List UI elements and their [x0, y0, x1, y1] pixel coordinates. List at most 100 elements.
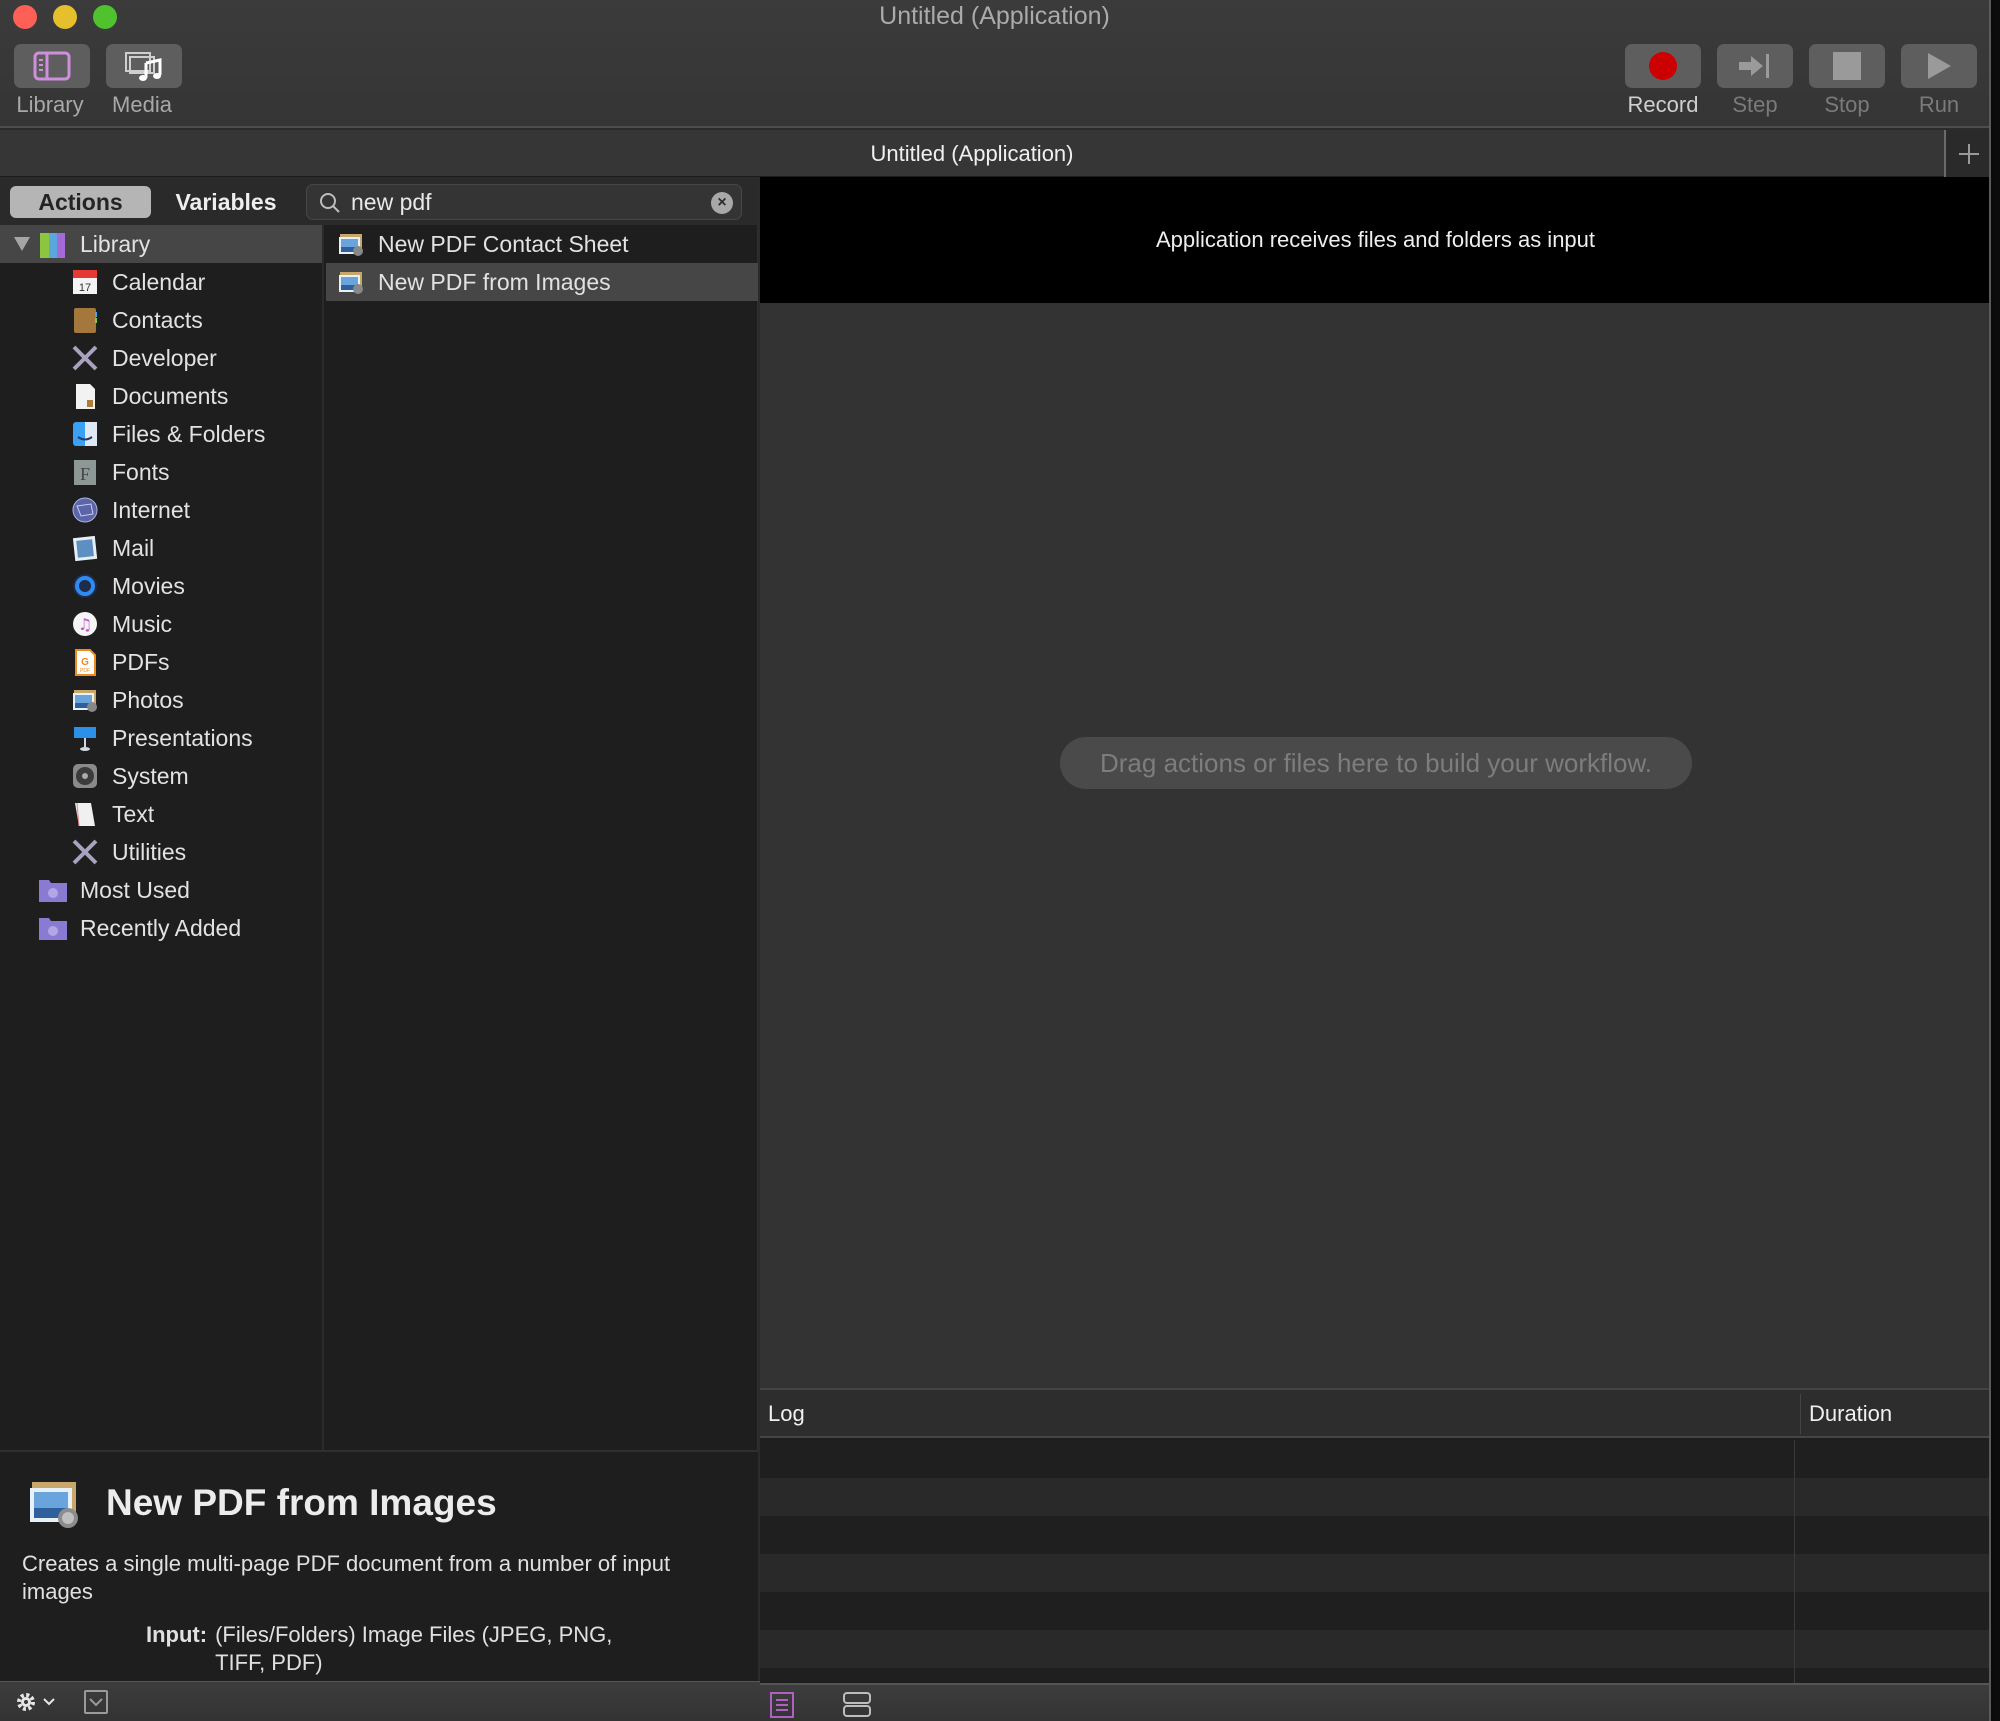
- library-item-label: System: [112, 762, 189, 789]
- library-bottom-bar: [0, 1681, 760, 1721]
- record-button[interactable]: [1625, 44, 1701, 88]
- library-item-label: PDFs: [112, 648, 170, 675]
- photos-icon: [70, 685, 100, 715]
- gear-icon: [17, 1693, 35, 1711]
- search-input[interactable]: [351, 185, 691, 219]
- presentations-icon: [70, 723, 100, 753]
- workflow-input-header: Application receives files and folders a…: [760, 177, 1989, 303]
- log-row: [760, 1630, 1989, 1668]
- library-item-music[interactable]: ♫ Music: [0, 605, 322, 643]
- action-item[interactable]: New PDF Contact Sheet: [326, 225, 758, 263]
- library-item-internet[interactable]: Internet: [0, 491, 322, 529]
- library-item-developer[interactable]: Developer: [0, 339, 322, 377]
- photos-action-icon: [336, 229, 366, 259]
- chevron-down-icon: [43, 1698, 55, 1706]
- chevron-down-icon: [89, 1698, 103, 1707]
- add-tab-button[interactable]: [1944, 130, 1989, 177]
- library-item-photos[interactable]: Photos: [0, 681, 322, 719]
- library-item-label: Contacts: [112, 306, 203, 333]
- fonts-icon: F: [70, 457, 100, 487]
- library-item-label: Calendar: [112, 268, 206, 295]
- library-item-pdfs[interactable]: G PDF PDFs: [0, 643, 322, 681]
- search-icon: [320, 193, 340, 213]
- library-item-label: Utilities: [112, 838, 187, 865]
- svg-text:F: F: [80, 464, 90, 484]
- variables-tab[interactable]: Variables: [160, 186, 292, 218]
- actions-list: New PDF Contact Sheet New PDF from Image…: [326, 225, 758, 1450]
- run-label: Run: [1918, 92, 1960, 117]
- step-label: Step: [1732, 92, 1778, 117]
- log-column-header[interactable]: Log: [768, 1390, 805, 1438]
- library-item-documents[interactable]: Documents: [0, 377, 322, 415]
- library-item-presentations[interactable]: Presentations: [0, 719, 322, 757]
- library-item-label: Music: [112, 610, 173, 637]
- library-toggle-button[interactable]: [14, 44, 90, 88]
- library-item-mail[interactable]: Mail: [0, 529, 322, 567]
- library-item-text[interactable]: Text: [0, 795, 322, 833]
- description-input: Input: (Files/Folders) Image Files (JPEG…: [146, 1621, 666, 1677]
- library-item-label: Documents: [112, 382, 229, 409]
- svg-text:PDF: PDF: [80, 668, 90, 674]
- action-item-selected[interactable]: New PDF from Images: [326, 263, 758, 301]
- clear-search-icon[interactable]: ×: [711, 192, 733, 214]
- action-menu-button[interactable]: [14, 1690, 56, 1714]
- library-item-utilities[interactable]: Utilities: [0, 833, 322, 871]
- text-icon: [70, 799, 100, 829]
- library-header: Actions Variables ×: [0, 177, 758, 225]
- smart-group-most-used[interactable]: Most Used: [0, 871, 322, 909]
- photos-action-icon: [24, 1476, 84, 1537]
- photos-action-icon: [336, 267, 366, 297]
- library-item-fonts[interactable]: F Fonts: [0, 453, 322, 491]
- document-tab[interactable]: Untitled (Application): [0, 130, 1944, 177]
- library-item-label: Internet: [112, 496, 190, 523]
- movies-icon: [70, 571, 100, 601]
- library-item-contacts[interactable]: Contacts: [0, 301, 322, 339]
- actions-tab[interactable]: Actions: [10, 186, 151, 218]
- stop-label: Stop: [1824, 92, 1870, 117]
- list-view-button[interactable]: [768, 1691, 796, 1721]
- run-button[interactable]: [1901, 44, 1977, 88]
- library-toggle-label: Library: [16, 92, 84, 117]
- step-button[interactable]: [1717, 44, 1793, 88]
- library-root[interactable]: Library: [0, 225, 322, 263]
- automator-window: Untitled (Application) Library Media Rec…: [0, 0, 1991, 1721]
- stop-button[interactable]: [1809, 44, 1885, 88]
- library-item-movies[interactable]: Movies: [0, 567, 322, 605]
- library-item-calendar[interactable]: 17 Calendar: [0, 263, 322, 301]
- system-icon: [70, 761, 100, 791]
- library-item-label: Movies: [112, 572, 185, 599]
- workflow-pane: Application receives files and folders a…: [760, 177, 1989, 1706]
- svg-text:17: 17: [79, 282, 91, 294]
- library-item-label: Files & Folders: [112, 420, 266, 447]
- utilities-icon: [70, 837, 100, 867]
- smart-group-recently-added[interactable]: Recently Added: [0, 909, 322, 947]
- media-button[interactable]: [106, 44, 182, 88]
- column-divider[interactable]: [1794, 1440, 1795, 1683]
- duration-column-header[interactable]: Duration: [1800, 1394, 1892, 1434]
- smart-group-label: Recently Added: [80, 914, 242, 941]
- flow-view-button[interactable]: [842, 1691, 872, 1721]
- library-item-system[interactable]: System: [0, 757, 322, 795]
- disclosure-triangle-icon[interactable]: [14, 237, 30, 251]
- smart-folder-icon: [38, 913, 68, 943]
- toolbar: Untitled (Application) Library Media Rec…: [0, 0, 1989, 128]
- library-root-label: Library: [80, 230, 151, 257]
- library-item-files-folders[interactable]: Files & Folders: [0, 415, 322, 453]
- record-icon: [1649, 52, 1677, 80]
- run-icon: [1928, 53, 1951, 79]
- library-item-label: Presentations: [112, 724, 253, 751]
- toggle-description-button[interactable]: [84, 1690, 108, 1714]
- library-icon: [38, 229, 68, 259]
- media-icon: [125, 52, 162, 81]
- log-table: Log Duration: [760, 1388, 1989, 1706]
- search-field[interactable]: ×: [306, 184, 742, 220]
- smart-folder-icon: [38, 875, 68, 905]
- input-key: Input:: [146, 1622, 208, 1647]
- calendar-icon: 17: [70, 267, 100, 297]
- plus-icon: [1958, 143, 1979, 164]
- workflow-drop-hint: Drag actions or files here to build your…: [1060, 737, 1692, 789]
- window-title: Untitled (Application): [879, 2, 1110, 30]
- action-label: New PDF Contact Sheet: [378, 230, 629, 257]
- smart-group-label: Most Used: [80, 876, 190, 903]
- library-pane: Actions Variables ×: [0, 177, 758, 1681]
